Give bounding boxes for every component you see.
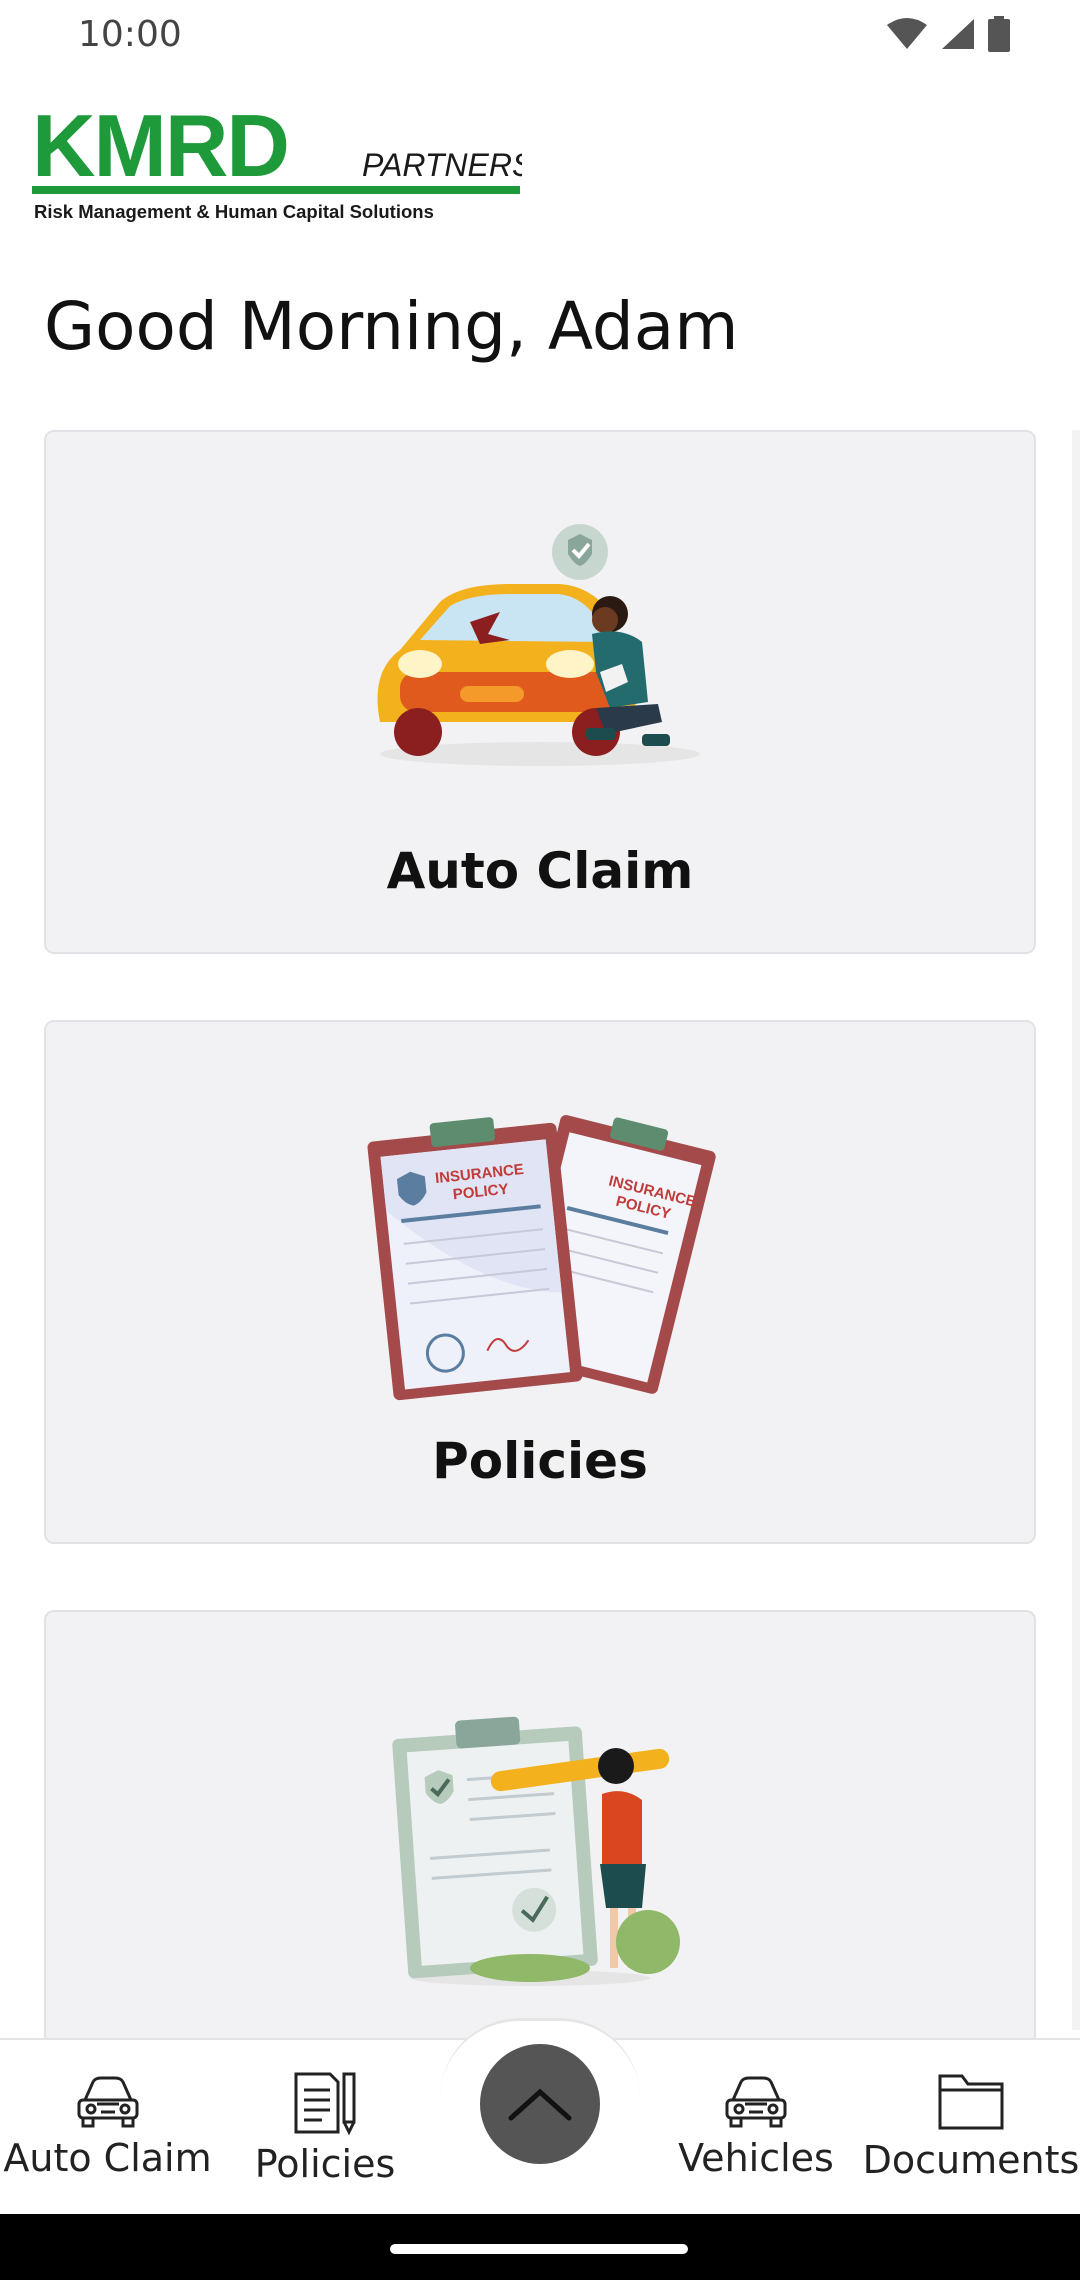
svg-text:PARTNERS: PARTNERS bbox=[362, 147, 522, 183]
status-icons bbox=[886, 14, 1010, 54]
home-gesture-handle[interactable] bbox=[390, 2244, 688, 2254]
kmrd-logo: KMRD PARTNERS Risk Management & Human Ca… bbox=[32, 96, 533, 226]
insurance-policy-illustration: INSURANCE POLICY INSURANCE POLICY bbox=[367, 1115, 716, 1401]
expand-menu-button[interactable] bbox=[480, 2044, 600, 2164]
car-inspection-illustration bbox=[377, 524, 700, 766]
signal-icon bbox=[942, 19, 974, 49]
nav-item-auto-claim[interactable]: Auto Claim bbox=[0, 2070, 215, 2210]
document-pen-icon bbox=[294, 2072, 356, 2136]
nav-label-vehicles: Vehicles bbox=[678, 2136, 834, 2180]
chevron-up-icon bbox=[508, 2088, 572, 2121]
checklist-illustration bbox=[392, 1716, 680, 1986]
folder-icon bbox=[938, 2074, 1004, 2130]
nav-item-policies[interactable]: Policies bbox=[235, 2070, 415, 2210]
wifi-icon bbox=[887, 18, 927, 49]
nav-label-auto-claim: Auto Claim bbox=[3, 2136, 212, 2180]
greeting-title: Good Morning, Adam bbox=[44, 288, 739, 365]
car-icon bbox=[725, 2076, 787, 2128]
system-navigation-bar bbox=[0, 2214, 1080, 2280]
car-icon bbox=[77, 2076, 138, 2128]
svg-text:Risk Management & Human Capita: Risk Management & Human Capital Solution… bbox=[34, 201, 434, 222]
scroll-track bbox=[1072, 430, 1080, 2030]
status-bar: 10:00 bbox=[0, 0, 1080, 72]
policies-card[interactable]: INSURANCE POLICY INSURANCE POLICY Polici… bbox=[44, 1020, 1036, 1544]
status-time: 10:00 bbox=[78, 14, 182, 55]
auto-claim-label: Auto Claim bbox=[386, 842, 694, 900]
battery-icon bbox=[988, 16, 1010, 52]
nav-item-vehicles[interactable]: Vehicles bbox=[670, 2070, 842, 2210]
policies-label: Policies bbox=[432, 1432, 648, 1490]
nav-label-documents: Documents bbox=[862, 2138, 1080, 2182]
auto-claim-card[interactable]: Auto Claim bbox=[44, 430, 1036, 954]
svg-text:KMRD: KMRD bbox=[32, 106, 288, 195]
nav-item-documents[interactable]: Documents bbox=[862, 2070, 1080, 2210]
nav-label-policies: Policies bbox=[254, 2142, 396, 2186]
